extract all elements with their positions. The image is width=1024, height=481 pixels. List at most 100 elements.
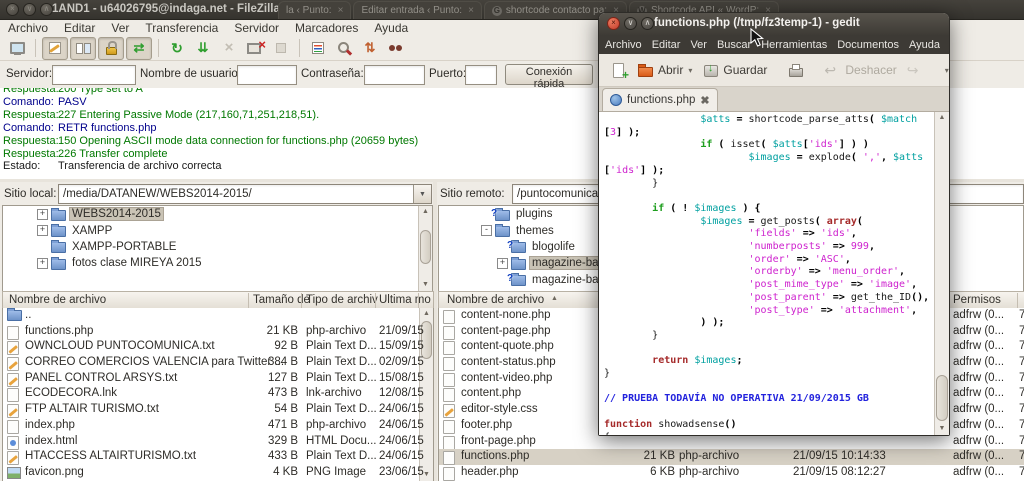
tree-item-xampp[interactable]: +XAMPP bbox=[3, 222, 432, 238]
save-button[interactable]: Guardar bbox=[697, 59, 772, 81]
scrollbar-thumb[interactable] bbox=[936, 375, 948, 421]
fz-menu-ver[interactable]: Ver bbox=[103, 21, 137, 35]
column-header-nombre-de-archivo[interactable]: Nombre de archivo bbox=[447, 294, 544, 306]
filter-button[interactable] bbox=[306, 38, 330, 59]
column-separator[interactable] bbox=[248, 293, 249, 308]
collapse-icon[interactable]: - bbox=[481, 225, 492, 236]
username-input[interactable] bbox=[237, 65, 297, 85]
file-row-functions-php[interactable]: functions.php21 KBphp-archivo21/09/15 bbox=[3, 324, 433, 340]
scroll-down-icon[interactable]: ▼ bbox=[419, 279, 432, 291]
compare-button[interactable] bbox=[332, 38, 356, 59]
file-row-favicon-png[interactable]: favicon.png4 KBPNG Image23/06/15 bbox=[3, 465, 433, 481]
cancel-button[interactable] bbox=[217, 38, 241, 59]
server-input[interactable] bbox=[52, 65, 136, 85]
file-row-htaccess-altairturismo-txt[interactable]: HTACCESS ALTAIRTURISMO.txt433 BPlain Tex… bbox=[3, 449, 433, 465]
fz-menu-servidor[interactable]: Servidor bbox=[226, 21, 287, 35]
file-row-panel-control-arsys-txt[interactable]: PANEL CONTROL ARSYS.txt127 BPlain Text D… bbox=[3, 371, 433, 387]
disconnect-button[interactable] bbox=[243, 38, 267, 59]
gedit-menu-documentos[interactable]: Documentos bbox=[833, 39, 903, 51]
file-row-item[interactable]: .. bbox=[3, 308, 433, 324]
column-separator[interactable] bbox=[301, 293, 302, 308]
file-row-owncloud-puntocomunica-txt[interactable]: OWNCLOUD PUNTOCOMUNICA.txt92 BPlain Text… bbox=[3, 339, 433, 355]
column-header-ultima-mo[interactable]: Ultima mo bbox=[379, 294, 431, 306]
redo-button[interactable] bbox=[902, 59, 929, 81]
gedit-menu-ayuda[interactable]: Ayuda bbox=[905, 39, 944, 51]
gedit-titlebar[interactable]: × ∨ ∧ functions.php (/tmp/fz3temp-1) - g… bbox=[599, 13, 949, 35]
gedit-menu-herramientas[interactable]: Herramientas bbox=[757, 39, 831, 51]
dropdown-arrow-icon[interactable]: ▾ bbox=[945, 66, 949, 75]
scroll-down-icon[interactable]: ▼ bbox=[935, 423, 949, 435]
open-button[interactable]: Abrir▾ bbox=[632, 59, 697, 81]
fz-menu-ayuda[interactable]: Ayuda bbox=[366, 21, 416, 35]
refresh-button[interactable] bbox=[165, 38, 189, 59]
port-input[interactable] bbox=[465, 65, 497, 85]
column-separator[interactable] bbox=[375, 293, 376, 308]
column-header-permisos[interactable]: Permisos bbox=[953, 294, 1001, 306]
toggle-queue-button[interactable] bbox=[126, 37, 152, 60]
file-row-functions-php[interactable]: functions.php21 KBphp-archivo21/09/15 10… bbox=[439, 449, 1024, 465]
chevron-down-icon[interactable]: ▼ bbox=[413, 185, 431, 203]
fz-menu-editar[interactable]: Editar bbox=[56, 21, 103, 35]
synchronized-browsing-button[interactable] bbox=[358, 38, 382, 59]
file-row-ftp-altair-turismo-txt[interactable]: FTP ALTAIR TURISMO.txt54 BPlain Text D..… bbox=[3, 402, 433, 418]
tab-functions-php[interactable]: functions.php ✖ bbox=[602, 88, 718, 111]
column-separator[interactable] bbox=[418, 293, 419, 308]
browser-tab-editar-entrada-punto[interactable]: Editar entrada ‹ Punto:× bbox=[353, 1, 481, 19]
search-button[interactable] bbox=[384, 38, 408, 59]
tree-item-xampp-portable[interactable]: XAMPP-PORTABLE bbox=[3, 239, 432, 255]
fz-menu-marcadores[interactable]: Marcadores bbox=[287, 21, 366, 35]
code-editor-content[interactable]: $atts = shortcode_parse_atts( $match[3] … bbox=[604, 114, 934, 435]
undo-button[interactable]: Deshacer bbox=[819, 59, 901, 81]
file-row-correo-comercios-valencia-para-twitter[interactable]: CORREO COMERCIOS VALENCIA para Twitter .… bbox=[3, 355, 433, 371]
browser-tab-la-punto[interactable]: la ‹ Punto:× bbox=[278, 1, 351, 19]
gedit-scrollbar[interactable]: ▲ ▼ bbox=[934, 112, 949, 435]
file-row-index-html[interactable]: index.html329 BHTML Docu...24/06/15 bbox=[3, 434, 433, 450]
file-row-ecodecora-lnk[interactable]: ECODECORA.lnk473 Blnk-archivo12/08/15 bbox=[3, 386, 433, 402]
file-row-header-php[interactable]: header.php6 KBphp-archivo21/09/15 08:12:… bbox=[439, 465, 1024, 481]
site-manager-button[interactable] bbox=[5, 38, 29, 59]
scroll-up-icon[interactable]: ▲ bbox=[419, 206, 432, 218]
password-input[interactable] bbox=[364, 65, 425, 85]
new-document-button[interactable] bbox=[605, 59, 632, 81]
minimize-window-icon[interactable]: ∨ bbox=[23, 3, 36, 16]
close-window-icon[interactable]: × bbox=[6, 3, 19, 16]
close-tab-icon[interactable]: ✖ bbox=[700, 94, 709, 107]
local-path-combo[interactable]: /media/DATANEW/WEBS2014-2015/ ▼ bbox=[58, 184, 432, 204]
print-button[interactable] bbox=[782, 59, 809, 81]
gedit-menu-archivo[interactable]: Archivo bbox=[601, 39, 646, 51]
dropdown-arrow-icon[interactable]: ▾ bbox=[688, 66, 692, 75]
toggle-local-tree-button[interactable] bbox=[70, 37, 96, 60]
expand-icon[interactable]: + bbox=[37, 258, 48, 269]
gedit-menu-buscar[interactable]: Buscar bbox=[713, 39, 755, 51]
tree-item-webs2014-2015[interactable]: +WEBS2014-2015 bbox=[3, 206, 432, 222]
close-window-icon[interactable]: × bbox=[607, 17, 620, 30]
reconnect-button[interactable] bbox=[269, 38, 293, 59]
close-tab-icon[interactable]: × bbox=[468, 5, 474, 16]
column-separator[interactable] bbox=[1017, 293, 1018, 308]
gedit-text-area[interactable]: $atts = shortcode_parse_atts( $match[3] … bbox=[599, 111, 949, 435]
filezilla-window-buttons[interactable]: × ∨ ∧ bbox=[6, 3, 53, 16]
process-queue-button[interactable] bbox=[191, 38, 215, 59]
fz-menu-transferencia[interactable]: Transferencia bbox=[137, 21, 226, 35]
column-header-nombre-de-archivo[interactable]: Nombre de archivo bbox=[9, 294, 106, 306]
gedit-menu-ver[interactable]: Ver bbox=[686, 39, 711, 51]
column-header-tipo-de-archiv[interactable]: Tipo de archiv bbox=[306, 294, 378, 306]
overflow-button[interactable]: ▾ bbox=[939, 63, 954, 78]
expand-icon[interactable]: + bbox=[497, 258, 508, 269]
scroll-up-icon[interactable]: ▲ bbox=[935, 112, 949, 124]
close-tab-icon[interactable]: × bbox=[338, 5, 344, 16]
toggle-remote-tree-lock-button[interactable] bbox=[98, 37, 124, 60]
expand-icon[interactable]: + bbox=[37, 209, 48, 220]
tree-item-fotos-clase-mireya-2015[interactable]: +fotos clase MIREYA 2015 bbox=[3, 255, 432, 271]
gedit-window-buttons[interactable]: × ∨ ∧ bbox=[607, 17, 654, 30]
quickconnect-button[interactable]: Conexión rápida bbox=[505, 64, 593, 85]
local-tree-scrollbar[interactable]: ▲ ▼ bbox=[418, 206, 432, 291]
expand-icon[interactable]: + bbox=[37, 225, 48, 236]
scrollbar-thumb[interactable] bbox=[420, 230, 431, 264]
minimize-window-icon[interactable]: ∨ bbox=[624, 17, 637, 30]
toggle-message-log-button[interactable] bbox=[42, 37, 68, 60]
gedit-menu-editar[interactable]: Editar bbox=[648, 39, 685, 51]
file-row-index-php[interactable]: index.php471 Bphp-archivo24/06/15 bbox=[3, 418, 433, 434]
fz-menu-archivo[interactable]: Archivo bbox=[0, 21, 56, 35]
maximize-window-icon[interactable]: ∧ bbox=[641, 17, 654, 30]
